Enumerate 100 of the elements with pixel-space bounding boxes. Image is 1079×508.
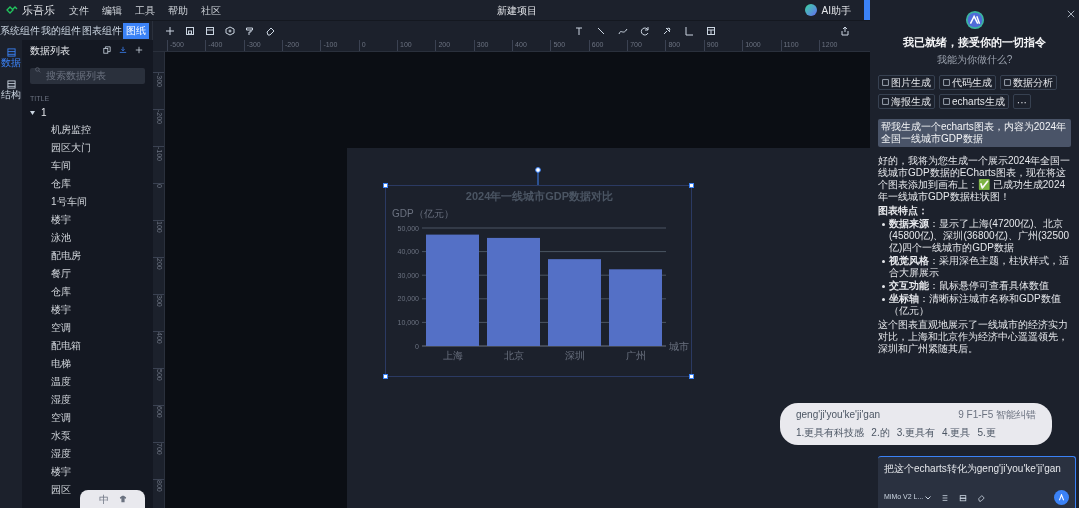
suggestion-chip[interactable]: echarts生成	[939, 93, 1009, 109]
menu-item[interactable]: 文件	[63, 2, 95, 18]
suggestion-chip[interactable]: 数据分析	[1000, 74, 1057, 90]
ime-composition: geng'ji'you'ke'ji'gan	[796, 408, 881, 422]
logo-icon	[6, 6, 18, 14]
tree-item[interactable]: 仓库	[30, 174, 71, 193]
project-title: 新建项目	[497, 3, 537, 18]
reply-paragraph: 好的，我将为您生成一个展示2024年全国一线城市GDP数据的ECharts图表，现在将这个图表添加到画布上：✅ 已成功生成2024年一线城市GDP数据柱状图！	[878, 154, 1071, 203]
shirt-icon[interactable]	[118, 495, 127, 503]
resize-handle[interactable]	[689, 183, 694, 188]
tree-item[interactable]: 仓库	[30, 282, 71, 301]
text-icon[interactable]	[574, 25, 584, 36]
tree-item[interactable]: 1号车间	[30, 192, 87, 211]
ime-candidate[interactable]: 4.更具	[942, 425, 971, 440]
tree-item[interactable]: 机房监控	[30, 120, 91, 139]
tree-item[interactable]: 水泵	[30, 426, 71, 445]
eraser-icon[interactable]	[977, 493, 986, 502]
bullet-icon	[882, 297, 885, 301]
import-icon[interactable]	[119, 46, 127, 54]
menu-item[interactable]: 帮助	[162, 2, 194, 18]
user-message: 帮我生成一个echarts图表，内容为2024年全国一线城市GDP数据	[878, 118, 1071, 147]
more-button[interactable]: ···	[1012, 93, 1031, 109]
rotate-handle[interactable]	[535, 167, 541, 185]
reply-point: 数据来源：显示了上海(47200亿)、北京(45800亿)、深圳(36800亿)、广州(32500亿)四个一线城市的GDP数据	[889, 217, 1071, 254]
menu-item[interactable]: 社区	[195, 2, 227, 18]
hexagon-icon[interactable]	[225, 25, 235, 36]
component-tab[interactable]: 我的组件	[41, 22, 81, 39]
component-tab[interactable]: 系统组件	[0, 22, 40, 39]
resize-handle[interactable]	[383, 374, 388, 379]
eraser-icon[interactable]	[265, 25, 275, 36]
refresh-icon[interactable]	[640, 25, 650, 36]
add-icon[interactable]	[165, 25, 175, 36]
reply-point: 视觉风格：采用深色主题，柱状样式，适合大屏展示	[889, 254, 1070, 279]
close-icon[interactable]	[1067, 10, 1075, 18]
copy-icon[interactable]	[103, 46, 111, 54]
ime-hint: 9 F1-F5 智能纠错	[958, 408, 1036, 422]
pin-icon[interactable]	[662, 25, 672, 36]
tree-item[interactable]: 楼宇	[30, 210, 71, 229]
tree-item[interactable]: 楼宇	[30, 462, 71, 481]
ime-candidate[interactable]: 3.更具有	[896, 425, 936, 440]
tree-item[interactable]: 电梯	[30, 354, 71, 373]
greeting-subtitle: 我能为你做什么?	[936, 52, 1013, 67]
tree-item[interactable]: 园区	[30, 480, 71, 499]
rail-tab[interactable]: 结构	[1, 80, 21, 100]
tree-node[interactable]: 1	[30, 104, 145, 121]
tree-item[interactable]: 空调	[30, 408, 71, 427]
menu-item[interactable]: 工具	[129, 2, 161, 18]
chevron-icon	[925, 495, 932, 500]
add-icon[interactable]	[135, 46, 143, 54]
ime-candidate[interactable]: 2.的	[871, 425, 890, 440]
tree-item[interactable]: 园区大门	[30, 138, 91, 157]
tree-item[interactable]: 配电箱	[30, 336, 81, 355]
tree-item[interactable]: 湿度	[30, 444, 71, 463]
tree-item[interactable]: 空调	[30, 318, 71, 337]
menu-item[interactable]: 编辑	[96, 2, 128, 18]
tree-item[interactable]: 餐厅	[30, 264, 71, 283]
tree-item[interactable]: 温度	[30, 372, 71, 391]
reply-paragraph: 这个图表直观地展示了一线城市的经济实力对比，上海和北京作为经济中心遥遥领先，深圳和广州紧随其后。	[878, 318, 1069, 355]
layout-icon[interactable]	[706, 25, 716, 36]
x-tick-label: 北京	[503, 350, 524, 361]
table-icon	[6, 48, 16, 57]
tree-item[interactable]: 车间	[30, 156, 71, 175]
share-icon[interactable]	[840, 25, 850, 36]
tree-item[interactable]: 楼宇	[30, 300, 71, 319]
search-icon	[35, 67, 41, 73]
tree-item[interactable]: 配电房	[30, 246, 81, 265]
ai-logo-icon	[964, 10, 985, 30]
suggestion-chip[interactable]: 图片生成	[878, 74, 935, 90]
table-icon	[6, 80, 16, 89]
y-axis-title: GDP（亿元）	[392, 208, 454, 219]
component-tab[interactable]: 图纸	[123, 22, 149, 39]
ime-candidate[interactable]: 5.更	[977, 425, 996, 440]
app-logo-text: 乐吾乐	[22, 2, 55, 18]
panel-title: 数据列表	[30, 43, 70, 58]
document-icon[interactable]	[205, 25, 215, 36]
frame-icon[interactable]	[684, 25, 694, 36]
x-tick-label: 深圳	[564, 350, 585, 361]
bullet-icon	[882, 259, 885, 263]
resize-handle[interactable]	[383, 183, 388, 188]
x-tick-label: 广州	[625, 350, 646, 361]
send-button[interactable]	[1054, 490, 1069, 505]
list-icon[interactable]	[941, 493, 950, 502]
brush-icon[interactable]	[245, 25, 255, 36]
line-icon[interactable]	[596, 25, 606, 36]
rail-tab[interactable]: 数据	[1, 48, 21, 68]
caret-icon	[30, 110, 35, 115]
reply-point: 坐标轴：清晰标注城市名称和GDP数值（亿元）	[889, 292, 1062, 317]
greeting: 我已就绪，接受你的一切指令	[903, 35, 1046, 50]
tree-item[interactable]: 湿度	[30, 390, 71, 409]
suggestion-chip[interactable]: 代码生成	[939, 74, 996, 90]
ime-mode[interactable]: 中	[98, 491, 109, 507]
save-icon[interactable]	[185, 25, 195, 36]
component-tab[interactable]: 图表组件	[82, 22, 122, 39]
bullet-icon	[882, 284, 885, 288]
ai-assistant-button[interactable]: AI助手	[821, 2, 851, 18]
ime-candidate[interactable]: 1.更具有科技感	[796, 425, 865, 440]
stack-icon[interactable]	[959, 493, 968, 502]
suggestion-chip[interactable]: 海报生成	[878, 93, 935, 109]
tree-item[interactable]: 泳池	[30, 228, 71, 247]
resize-handle[interactable]	[689, 374, 694, 379]
